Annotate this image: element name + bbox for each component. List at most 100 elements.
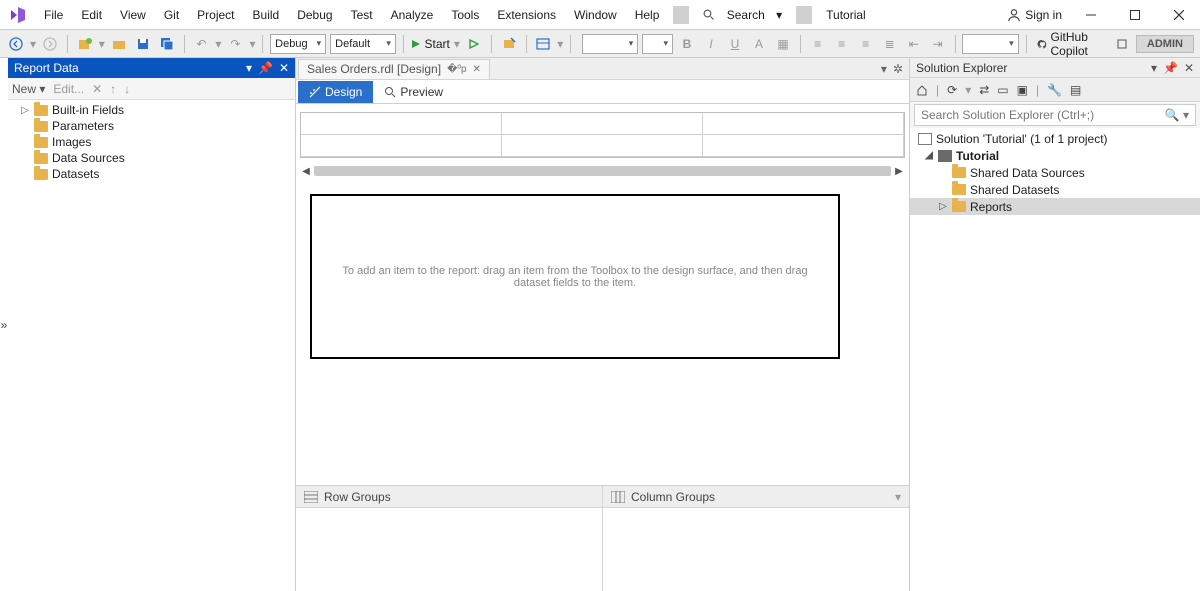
menu-build[interactable]: Build [245,4,288,26]
design-tab[interactable]: Design [298,81,373,103]
se-refresh-icon[interactable]: ⟳ [947,83,957,97]
tab-settings-icon[interactable]: ✲ [893,62,903,76]
column-groups-body[interactable] [603,508,909,591]
github-copilot-button[interactable]: GitHub Copilot [1037,30,1102,58]
menu-file[interactable]: File [36,4,71,26]
menu-edit[interactable]: Edit [73,4,110,26]
panel-close-icon[interactable]: ✕ [1184,61,1194,75]
tree-item-parameters[interactable]: Parameters [8,118,295,134]
redo-button[interactable]: ↷ [225,34,245,54]
list-button[interactable]: ≣ [880,34,900,54]
open-file-button[interactable] [109,34,129,54]
sign-in-button[interactable]: Sign in [1007,8,1062,22]
row-groups-body[interactable] [296,508,602,591]
solution-folder-sdts[interactable]: Shared Datasets [910,181,1200,198]
menu-tools[interactable]: Tools [443,4,487,26]
menu-extensions[interactable]: Extensions [489,4,564,26]
close-button[interactable] [1164,5,1194,25]
column-groups-header[interactable]: Column Groups ▾ [603,486,909,508]
panel-menu-icon[interactable]: ▾ [1151,61,1157,75]
close-tab-icon[interactable]: ✕ [473,64,481,75]
style-combo[interactable] [962,34,1018,54]
menu-view[interactable]: View [112,4,154,26]
menu-window[interactable]: Window [566,4,625,26]
redo-drop[interactable]: ▾ [249,37,255,51]
nav-fwd-button[interactable] [40,34,60,54]
row-groups-header[interactable]: Row Groups [296,486,602,508]
menu-test[interactable]: Test [343,4,381,26]
indent-button[interactable]: ⇥ [928,34,948,54]
save-all-button[interactable] [157,34,177,54]
solution-project[interactable]: ◢ Tutorial [910,147,1200,164]
platform-combo[interactable]: Default [330,34,396,54]
admin-badge[interactable]: ADMIN [1136,35,1194,53]
panel-pin-icon[interactable]: 📌 [258,61,273,75]
start-debug-button[interactable]: Start ▾ [411,37,460,51]
solution-folder-sds[interactable]: Shared Data Sources [910,164,1200,181]
report-data-new[interactable]: New ▾ [12,82,45,96]
left-dock-handle[interactable]: » [0,58,8,591]
align-left-button[interactable]: ≡ [808,34,828,54]
scroll-left-icon[interactable]: ◀ [300,166,312,177]
backcolor-button[interactable]: ▦ [773,34,793,54]
maximize-button[interactable] [1120,5,1150,25]
toolbar-btn-b-drop[interactable]: ▾ [557,37,563,51]
se-home-icon[interactable] [916,84,928,96]
scroll-right-icon[interactable]: ▶ [893,166,905,177]
se-sync-icon[interactable]: ⇄ [979,83,989,97]
scroll-track[interactable] [314,166,891,176]
fontsize-combo[interactable] [642,34,673,54]
report-data-edit[interactable]: Edit... [53,82,84,96]
menu-analyze[interactable]: Analyze [383,4,442,26]
menu-debug[interactable]: Debug [289,4,340,26]
report-data-tree[interactable]: ▷Built-in Fields Parameters Images Data … [8,100,295,591]
underline-button[interactable]: U [725,34,745,54]
solution-explorer-header[interactable]: Solution Explorer ▾ 📌 ✕ [910,58,1200,78]
align-center-button[interactable]: ≡ [832,34,852,54]
tree-item-images[interactable]: Images [8,134,295,150]
menu-project[interactable]: Project [189,4,242,26]
align-right-button[interactable]: ≡ [856,34,876,54]
report-data-down-icon[interactable]: ↓ [124,82,130,96]
panel-menu-icon[interactable]: ▾ [246,61,252,75]
tree-item-builtin[interactable]: ▷Built-in Fields [8,102,295,118]
solution-tree[interactable]: Solution 'Tutorial' (1 of 1 project) ◢ T… [910,128,1200,591]
config-combo[interactable]: Debug [270,34,326,54]
nav-back-drop[interactable]: ▾ [30,37,36,51]
preview-tab[interactable]: Preview [373,81,454,103]
panel-close-icon[interactable]: ✕ [279,61,289,75]
toolbar-btn-b[interactable] [533,34,553,54]
report-data-delete-icon[interactable]: ✕ [92,82,102,96]
minimize-button[interactable] [1076,5,1106,25]
se-preview-icon[interactable]: ▤ [1070,83,1081,97]
pin-icon[interactable]: �ºp [447,64,466,75]
toolbar-btn-a[interactable] [499,34,519,54]
tree-item-datasources[interactable]: Data Sources [8,150,295,166]
outdent-button[interactable]: ⇤ [904,34,924,54]
menu-git[interactable]: Git [156,4,187,26]
tree-item-datasets[interactable]: Datasets [8,166,295,182]
solution-folder-reports[interactable]: ▷ Reports [910,198,1200,215]
new-project-drop[interactable]: ▾ [99,37,105,51]
report-data-up-icon[interactable]: ↑ [110,82,116,96]
save-button[interactable] [133,34,153,54]
report-canvas[interactable]: To add an item to the report: drag an it… [310,194,840,359]
menu-help[interactable]: Help [627,4,668,26]
se-showall-icon[interactable]: ▭ [997,83,1008,97]
fontcolor-button[interactable]: A [749,34,769,54]
bold-button[interactable]: B [677,34,697,54]
italic-button[interactable]: I [701,34,721,54]
column-groups-menu-icon[interactable]: ▾ [895,490,901,504]
nav-back-button[interactable] [6,34,26,54]
document-tab[interactable]: Sales Orders.rdl [Design] �ºp ✕ [298,59,490,79]
horizontal-scrollbar[interactable]: ◀ ▶ [300,164,905,178]
menu-tutorial[interactable]: Tutorial [818,4,874,26]
solution-search-input[interactable]: Search Solution Explorer (Ctrl+;) 🔍 ▾ [914,104,1196,126]
solution-root[interactable]: Solution 'Tutorial' (1 of 1 project) [910,130,1200,147]
tab-scroll-icon[interactable]: ▾ [881,62,887,76]
panel-pin-icon[interactable]: 📌 [1163,61,1178,75]
se-properties-icon[interactable]: 🔧 [1047,83,1062,97]
font-combo[interactable] [582,34,638,54]
start-nodbg-button[interactable] [464,34,484,54]
undo-button[interactable]: ↶ [191,34,211,54]
